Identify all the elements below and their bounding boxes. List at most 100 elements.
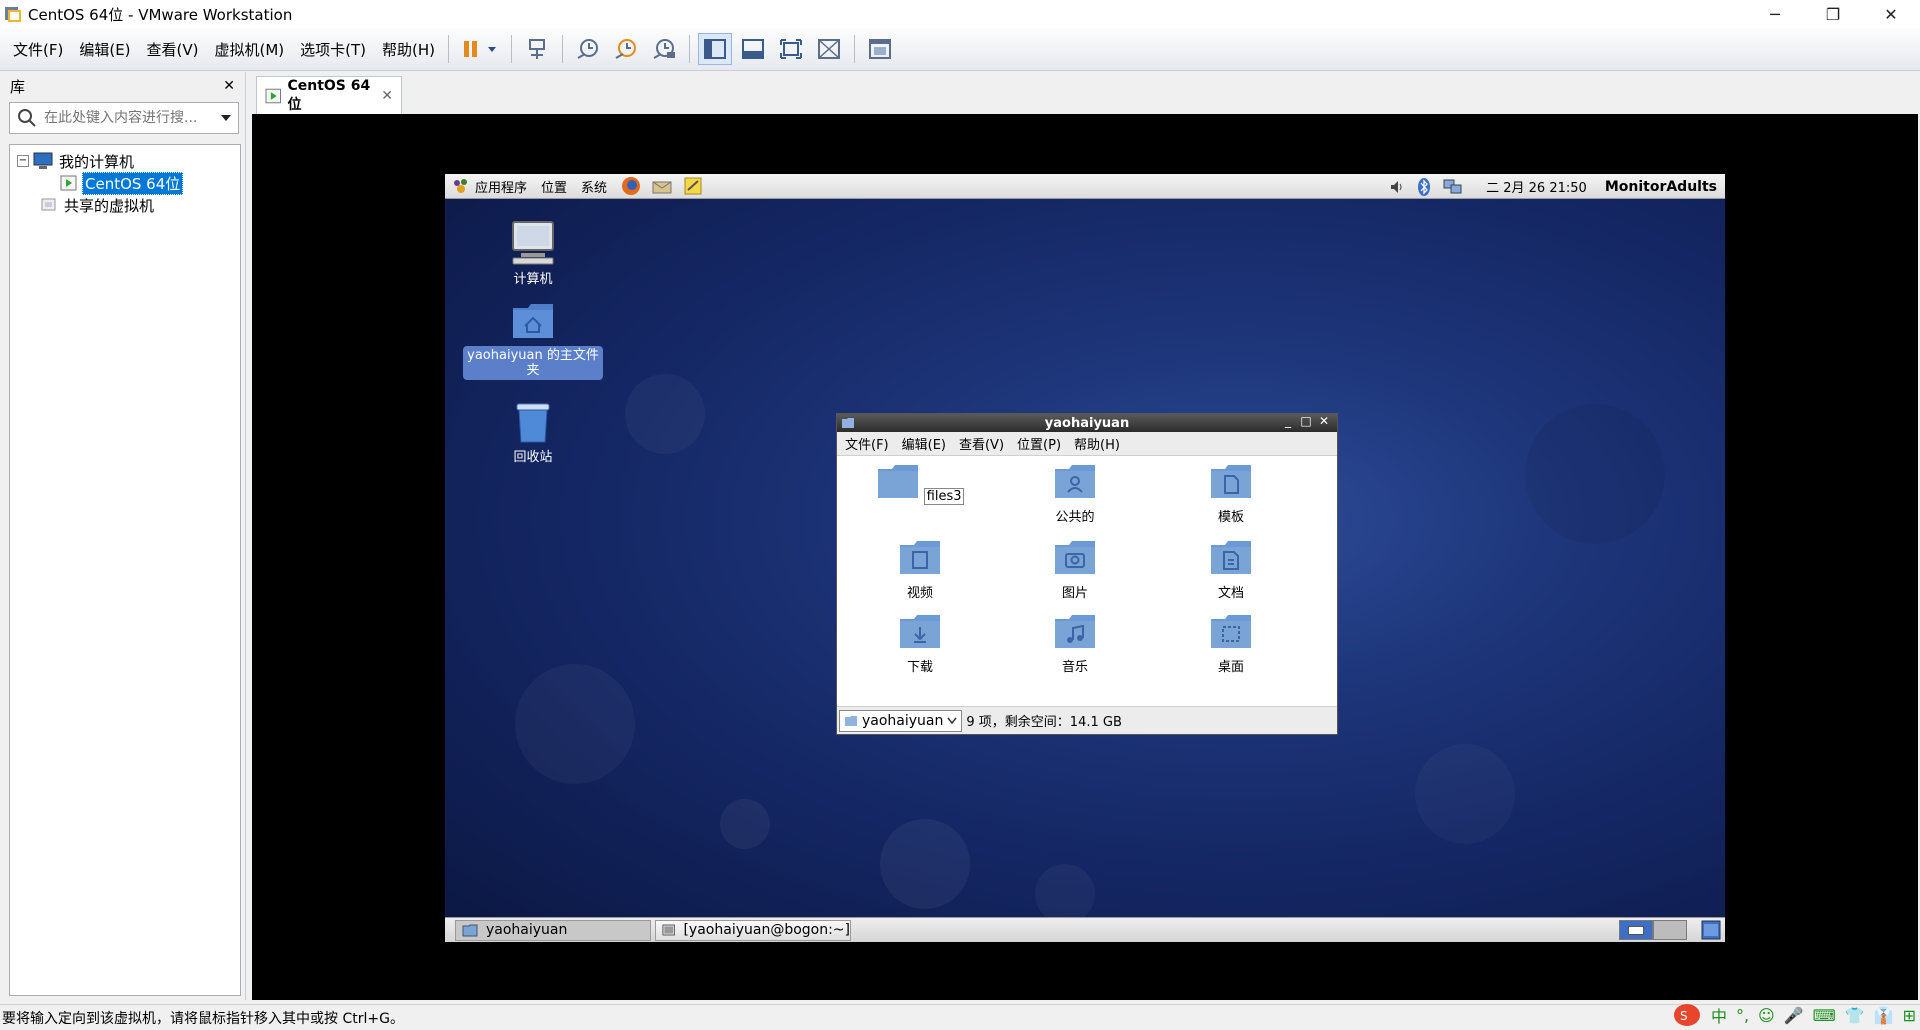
tree-item-shared-vms[interactable]: 共享的虚拟机	[10, 194, 240, 216]
taskbar-item-file-manager[interactable]: yaohaiyuan	[455, 919, 651, 941]
menu-vm[interactable]: 虚拟机(M)	[208, 39, 292, 60]
tree-item-vm-centos[interactable]: CentOS 64位	[10, 171, 240, 195]
computer-icon	[512, 221, 554, 265]
guest-clock[interactable]: 二 2月 26 21:50	[1486, 177, 1587, 196]
location-label: yaohaiyuan	[862, 712, 944, 729]
ime-more-icon[interactable]: ⊞	[1903, 1006, 1916, 1025]
guest-menu-system[interactable]: 系统	[581, 177, 607, 196]
close-button[interactable]: ✕	[1862, 0, 1920, 28]
fm-menu-view[interactable]: 查看(V)	[959, 434, 1004, 453]
fm-menu-file[interactable]: 文件(F)	[845, 434, 889, 453]
folder-label: 文档	[1217, 586, 1244, 601]
location-selector[interactable]: yaohaiyuan	[839, 709, 963, 732]
menu-tabs[interactable]: 选项卡(T)	[293, 39, 373, 60]
tab-strip: CentOS 64位 ✕	[252, 72, 1920, 114]
folder-desktop[interactable]: 桌面	[1181, 614, 1281, 675]
show-desktop-icon[interactable]	[1701, 920, 1721, 940]
window-controls: ─ ❐ ✕	[1746, 0, 1920, 28]
notes-icon[interactable]	[683, 176, 703, 196]
ime-tools-icon[interactable]: 👔	[1874, 1006, 1894, 1025]
vm-console[interactable]: 应用程序 位置 系统 二 2月 26 21:50 MonitorAdults 计…	[252, 114, 1918, 1000]
library-view-icon	[704, 39, 727, 59]
folder-downloads[interactable]: 下载	[870, 614, 970, 675]
revert-snapshot-button[interactable]	[609, 33, 643, 65]
firefox-icon[interactable]	[621, 176, 641, 196]
ime-skin-icon[interactable]: 👕	[1845, 1006, 1865, 1025]
send-ctrl-alt-del-button[interactable]	[520, 33, 554, 65]
desktop-icon-home[interactable]: yaohaiyuan 的主文件夹	[463, 302, 603, 380]
folder-documents[interactable]: 文档	[1181, 540, 1281, 601]
volume-icon[interactable]	[1388, 178, 1406, 196]
vmware-app-icon	[5, 7, 21, 22]
folder-pictures[interactable]: 图片	[1025, 540, 1125, 601]
bluetooth-icon[interactable]	[1416, 177, 1432, 197]
desktop-icon-trash[interactable]: 回收站	[463, 400, 603, 465]
ime-chinese-mode[interactable]: 中	[1711, 1003, 1727, 1027]
ime-voice-icon[interactable]: 🎤	[1784, 1006, 1804, 1025]
fm-menu-help[interactable]: 帮助(H)	[1074, 434, 1120, 453]
workspace-2[interactable]	[1653, 920, 1687, 940]
desktop-icon-computer[interactable]: 计算机	[463, 220, 603, 287]
chevron-down-icon[interactable]	[220, 113, 232, 123]
taskbar-item-terminal[interactable]: [yaohaiyuan@bogon:~]	[655, 919, 851, 941]
ime-punctuation-mode[interactable]: °,	[1736, 1006, 1749, 1025]
snapshot-manager-icon	[653, 39, 676, 59]
folder-videos[interactable]: 视频	[870, 540, 970, 601]
tree-item-my-computer[interactable]: − 我的计算机	[10, 150, 240, 172]
fm-maximize-button[interactable]: □	[1297, 414, 1315, 428]
network-icon[interactable]	[1442, 177, 1464, 197]
full-screen-button[interactable]	[774, 33, 808, 65]
file-manager-statusbar: yaohaiyuan 9 项，剩余空间：14.1 GB	[837, 706, 1337, 734]
minimize-button[interactable]: ─	[1746, 0, 1804, 28]
guest-top-panel: 应用程序 位置 系统 二 2月 26 21:50 MonitorAdults	[445, 174, 1725, 199]
menu-help[interactable]: 帮助(H)	[375, 39, 442, 60]
guest-desktop[interactable]: 应用程序 位置 系统 二 2月 26 21:50 MonitorAdults 计…	[445, 174, 1725, 942]
workspace-1[interactable]	[1619, 920, 1653, 940]
folder-label: 音乐	[1061, 660, 1088, 675]
toolbar-separator	[854, 35, 856, 63]
fm-menu-places[interactable]: 位置(P)	[1017, 434, 1061, 453]
home-small-icon	[845, 715, 857, 726]
guest-user-name[interactable]: MonitorAdults	[1605, 179, 1717, 195]
sogou-ime-icon[interactable]: S	[1672, 1002, 1702, 1028]
console-view-button[interactable]	[863, 33, 897, 65]
guest-menu-places[interactable]: 位置	[541, 177, 567, 196]
file-manager-status-text: 9 项，剩余空间：14.1 GB	[966, 715, 1122, 730]
snapshot-manager-button[interactable]	[647, 33, 681, 65]
ime-emoji-icon[interactable]: ☺	[1758, 1006, 1775, 1025]
menu-view[interactable]: 查看(V)	[140, 39, 206, 60]
mail-client-icon[interactable]	[651, 176, 673, 196]
snapshot-button[interactable]	[571, 33, 605, 65]
window-titlebar: CentOS 64位 - VMware Workstation ─ ❐ ✕	[0, 0, 1920, 28]
menu-edit[interactable]: 编辑(E)	[72, 39, 137, 60]
pause-button[interactable]	[457, 33, 503, 65]
workspace-switcher[interactable]	[1619, 920, 1687, 940]
fm-close-button[interactable]: ✕	[1315, 414, 1333, 428]
music-folder-icon	[1055, 615, 1095, 648]
file-manager-titlebar[interactable]: yaohaiyuan _ □ ✕	[837, 414, 1337, 432]
documents-folder-icon	[1211, 541, 1251, 574]
folder-templates[interactable]: 模板	[1181, 464, 1281, 525]
file-manager-controls: _ □ ✕	[1279, 414, 1333, 428]
menu-file[interactable]: 文件(F)	[6, 39, 70, 60]
tab-close-button[interactable]: ✕	[381, 88, 393, 104]
restore-button[interactable]: ❐	[1804, 0, 1862, 28]
folder-files3[interactable]: files3	[870, 464, 970, 505]
library-title: 库	[10, 77, 26, 96]
pictures-folder-icon	[1055, 541, 1095, 574]
fm-menu-edit[interactable]: 编辑(E)	[902, 434, 946, 453]
folder-music[interactable]: 音乐	[1025, 614, 1125, 675]
guest-menu-applications[interactable]: 应用程序	[475, 177, 527, 196]
terminal-icon	[662, 924, 676, 936]
library-close-button[interactable]: ✕	[223, 78, 235, 94]
ime-keyboard-icon[interactable]: ⌨	[1813, 1006, 1836, 1025]
thumbnail-bar-button[interactable]	[736, 33, 770, 65]
collapse-icon[interactable]: −	[17, 155, 29, 167]
unity-button[interactable]	[812, 33, 846, 65]
fm-minimize-button[interactable]: _	[1279, 414, 1297, 428]
tab-centos[interactable]: CentOS 64位 ✕	[256, 76, 402, 114]
library-tree: − 我的计算机 CentOS 64位 共享的虚拟机	[9, 144, 241, 996]
folder-public[interactable]: 公共的	[1025, 464, 1125, 525]
library-search-input[interactable]	[44, 110, 214, 126]
show-library-button[interactable]	[698, 33, 733, 65]
